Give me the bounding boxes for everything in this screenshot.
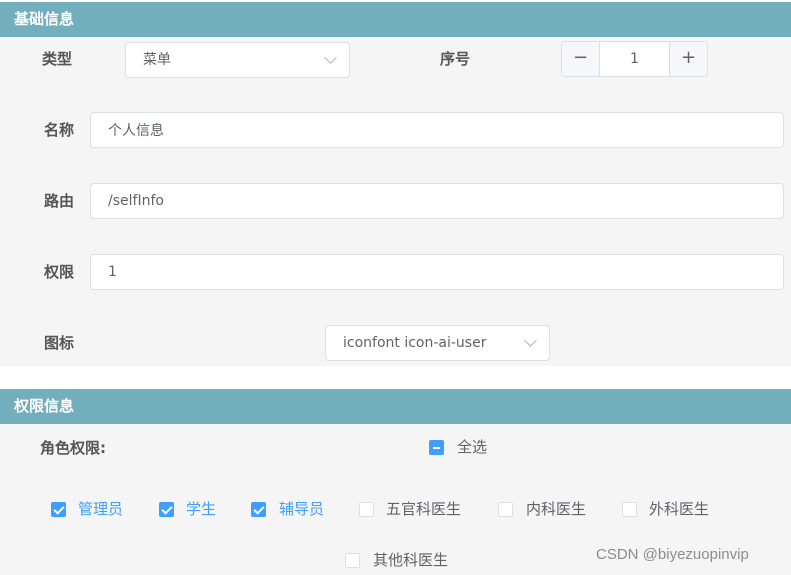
order-label: 序号 [440, 50, 471, 68]
role-label-internal-doctor[interactable]: 内科医生 [526, 499, 586, 519]
order-stepper: − 1 + [561, 41, 708, 77]
csdn-watermark: CSDN @biyezuopinvip [596, 546, 749, 563]
role-checkbox-counselor[interactable] [251, 502, 266, 517]
order-value[interactable]: 1 [600, 42, 669, 76]
route-field[interactable] [108, 184, 783, 218]
role-label-ent-doctor[interactable]: 五官科医生 [386, 499, 461, 519]
basic-info-title: 基础信息 [14, 10, 75, 28]
icon-select[interactable]: iconfont icon-ai-user [325, 325, 550, 361]
permission-field[interactable] [108, 255, 783, 289]
role-label-surgeon[interactable]: 外科医生 [649, 499, 709, 519]
name-label: 名称 [44, 121, 75, 139]
type-select[interactable]: 菜单 [125, 42, 350, 78]
icon-select-value: iconfont icon-ai-user [343, 335, 487, 351]
permission-info-header: 权限信息 [0, 389, 791, 424]
role-label-counselor[interactable]: 辅导员 [279, 499, 324, 519]
chevron-down-icon [524, 334, 537, 347]
order-decrement-button[interactable]: − [562, 42, 600, 76]
role-checkbox-ent-doctor[interactable] [359, 502, 374, 517]
type-select-value: 菜单 [143, 52, 171, 68]
name-field[interactable] [108, 113, 783, 147]
role-label-student[interactable]: 学生 [186, 499, 216, 519]
role-label-admin[interactable]: 管理员 [78, 499, 123, 519]
role-checkbox-internal-doctor[interactable] [498, 502, 513, 517]
name-field-wrap [90, 112, 784, 148]
icon-label: 图标 [44, 334, 75, 352]
role-label-other-doctor[interactable]: 其他科医生 [373, 550, 448, 570]
role-checkbox-surgeon[interactable] [622, 502, 637, 517]
permission-label: 权限 [44, 263, 75, 281]
type-label: 类型 [42, 50, 73, 68]
select-all-checkbox[interactable] [429, 440, 444, 455]
select-all-label[interactable]: 全选 [457, 437, 487, 457]
role-permission-label: 角色权限: [40, 439, 106, 457]
route-label: 路由 [44, 192, 75, 210]
role-checkbox-student[interactable] [159, 502, 174, 517]
chevron-down-icon [324, 51, 337, 64]
permission-info-title: 权限信息 [14, 397, 75, 415]
role-checkbox-admin[interactable] [51, 502, 66, 517]
role-checkbox-other-doctor[interactable] [345, 553, 360, 568]
basic-info-header: 基础信息 [0, 2, 791, 37]
permission-field-wrap [90, 254, 784, 290]
order-increment-button[interactable]: + [669, 42, 707, 76]
route-field-wrap [90, 183, 784, 219]
